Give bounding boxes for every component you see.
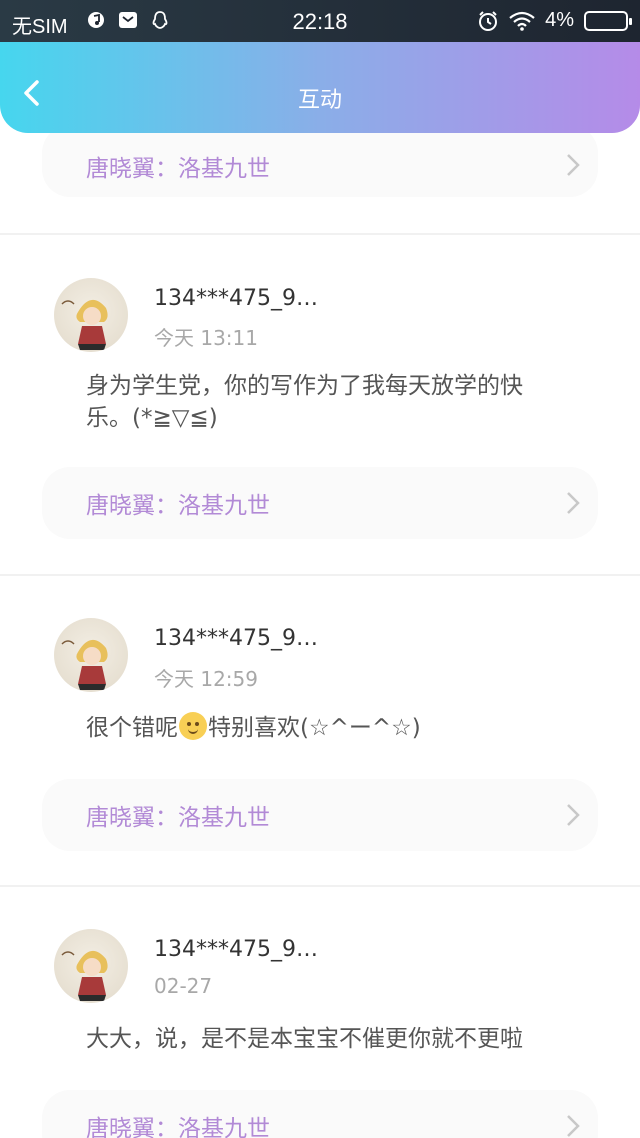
system-indicators: 4%	[477, 9, 632, 32]
book-link-label: 唐晓翼：洛基九世	[86, 1116, 270, 1138]
chevron-right-icon	[567, 804, 580, 826]
comment-text-part: 很个错呢	[86, 715, 178, 741]
chevron-right-icon	[567, 1115, 580, 1137]
chevron-right-icon	[567, 492, 580, 514]
comment-text: 很个错呢 特别喜欢(☆^ー^☆)	[86, 712, 586, 744]
username[interactable]: 134***475_9…	[154, 937, 318, 962]
wifi-icon	[509, 11, 535, 31]
avatar-image	[61, 299, 108, 350]
status-bar: 无SIM 22:18 4%	[0, 0, 640, 44]
book-link-label: 唐晓翼：洛基九世	[86, 805, 270, 831]
comment-time: 02-27	[154, 974, 213, 998]
battery-icon	[584, 10, 632, 31]
comment-text: 大大，说，是不是本宝宝不催更你就不更啦	[86, 1026, 523, 1052]
username[interactable]: 134***475_9…	[154, 286, 318, 311]
book-link-label: 唐晓翼：洛基九世	[86, 156, 270, 182]
comment-time: 今天 12:59	[154, 667, 258, 691]
comment-text-part: 特别喜欢(☆^ー^☆)	[208, 715, 421, 741]
avatar[interactable]	[54, 278, 128, 352]
book-link[interactable]: 唐晓翼：洛基九世	[42, 1090, 598, 1138]
divider	[0, 574, 640, 576]
battery-percent: 4%	[545, 9, 574, 31]
book-link-label: 唐晓翼：洛基九世	[86, 493, 270, 519]
book-link[interactable]: 唐晓翼：洛基九世	[42, 125, 598, 197]
app-header: 互动	[0, 42, 640, 133]
username[interactable]: 134***475_9…	[154, 626, 318, 651]
divider	[0, 233, 640, 235]
avatar[interactable]	[54, 618, 128, 692]
smile-emoji-icon	[179, 712, 207, 740]
comment-text: 身为学生党，你的写作为了我每天放学的快乐。(*≧▽≦)	[86, 373, 523, 431]
divider	[0, 885, 640, 887]
comment-time: 今天 13:11	[154, 326, 258, 350]
page-title: 互动	[297, 88, 342, 113]
book-link[interactable]: 唐晓翼：洛基九世	[42, 467, 598, 539]
avatar-image	[61, 950, 108, 1001]
avatar-image	[61, 639, 108, 690]
comment-feed: 唐晓翼：洛基九世 134***475_9… 今天 13:11 身为学生党，你的写…	[0, 0, 640, 1138]
alarm-icon	[479, 10, 498, 31]
avatar[interactable]	[54, 929, 128, 1003]
chevron-right-icon	[567, 154, 580, 176]
book-link[interactable]: 唐晓翼：洛基九世	[42, 779, 598, 851]
